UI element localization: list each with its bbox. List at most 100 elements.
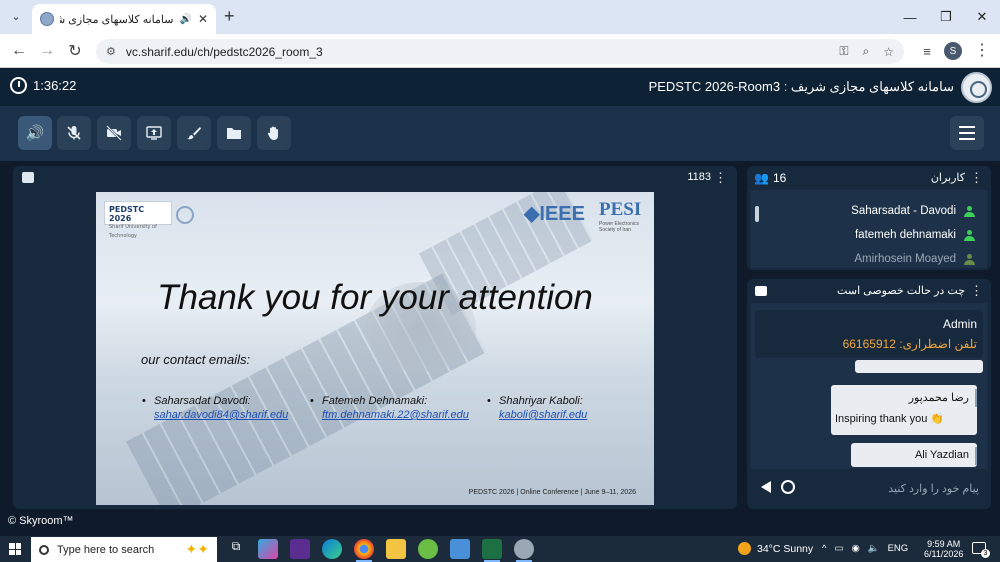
pinned-message: Admin تلفن اضطراری: 66165912 xyxy=(755,310,983,358)
app-icon[interactable] xyxy=(450,539,470,559)
users-header: 👥 16 کاربران ⋮ xyxy=(747,166,991,190)
users-count: 16 xyxy=(773,171,787,185)
university-seal-icon xyxy=(176,206,194,224)
browser-tabstrip: ⌄ سامانه کلاسهای مجازی شریف - ... 🔊 ✕ + … xyxy=(0,0,1000,34)
presentation-menu-icon[interactable]: ⋮ xyxy=(714,170,727,186)
profile-avatar[interactable]: S xyxy=(944,42,962,60)
new-tab-button[interactable]: + xyxy=(224,6,235,27)
notification-icon[interactable]: 3 xyxy=(972,542,990,558)
chat-message: رضا محمدپور Inspiring thank you 👏 xyxy=(831,385,977,435)
browser-menu-icon[interactable]: ⋮ xyxy=(974,40,990,60)
forward-button[interactable]: → xyxy=(36,40,58,62)
screen-share-icon xyxy=(146,126,162,140)
edge-icon[interactable] xyxy=(322,539,342,559)
whiteboard-button[interactable] xyxy=(177,116,211,150)
battery-icon[interactable]: ▭ xyxy=(834,543,843,554)
task-view-icon[interactable]: ⧉ xyxy=(226,539,246,559)
main-menu-button[interactable] xyxy=(950,116,984,150)
chevron-up-icon[interactable]: ^ xyxy=(822,543,826,554)
language-indicator[interactable]: ENG xyxy=(888,543,909,554)
camera-off-icon xyxy=(106,125,122,141)
users-list[interactable]: Saharsadat - Davodi fatemeh dehnamaki Am… xyxy=(751,190,987,268)
utorrent-icon[interactable] xyxy=(418,539,438,559)
search-placeholder: Type here to search xyxy=(57,543,155,556)
browser-tab[interactable]: سامانه کلاسهای مجازی شریف - ... 🔊 ✕ xyxy=(32,4,216,34)
zoom-icon[interactable]: ⌕ xyxy=(863,44,870,59)
pedstc-logo-text: PEDSTC 2026 xyxy=(109,205,145,223)
chat-status-title: چت در حالت خصوصی است xyxy=(837,285,965,297)
reload-button[interactable]: ↻ xyxy=(64,40,86,62)
browser-toolbar: ← → ↻ ⚙ vc.sharif.edu/ch/pedstc2026_room… xyxy=(0,34,1000,68)
clock-icon xyxy=(10,77,27,94)
chat-message xyxy=(855,360,983,373)
site-info-icon[interactable]: ⚙ xyxy=(106,45,116,58)
bookmark-star-icon[interactable]: ☆ xyxy=(883,45,894,59)
tab-search-dropdown[interactable]: ⌄ xyxy=(6,6,26,26)
message-sender: Ali Yazdian xyxy=(914,449,969,461)
users-scrollbar[interactable] xyxy=(755,206,759,222)
chat-menu-icon[interactable]: ⋮ xyxy=(970,283,983,299)
excel-icon[interactable] xyxy=(482,539,502,562)
weather-text: 34°C Sunny xyxy=(757,542,814,555)
camera-button[interactable] xyxy=(97,116,131,150)
message-marker xyxy=(975,389,977,407)
media-control-icon[interactable]: ≡ xyxy=(916,40,938,62)
windows-start-icon[interactable] xyxy=(9,543,21,555)
contact-entry: • Fatemeh Dehnamaki: ftm.dehnamaki.22@sh… xyxy=(310,394,469,422)
volume-icon[interactable]: 🔈 xyxy=(868,543,880,554)
sparkle-icon: ✦✦ xyxy=(185,541,209,557)
file-explorer-icon[interactable] xyxy=(386,539,406,559)
contact-name: Saharsadat Davodi: xyxy=(154,395,251,407)
contact-email-link[interactable]: ftm.dehnamaki.22@sharif.edu xyxy=(322,408,469,422)
chat-messages[interactable]: Admin تلفن اضطراری: 66165912 رضا محمدپور… xyxy=(751,303,987,469)
minimize-window-button[interactable]: — xyxy=(892,0,928,34)
page-counter: 1183 xyxy=(687,171,711,183)
window-controls: — ❐ ✕ xyxy=(892,0,1000,34)
taskbar-search[interactable]: Type here to search ✦✦ xyxy=(31,537,217,562)
bullet: • xyxy=(142,395,146,407)
send-icon[interactable] xyxy=(761,481,771,493)
clock-date-text: 6/11/2026 xyxy=(924,549,964,559)
user-item[interactable]: Saharsadat - Davodi xyxy=(851,205,975,217)
audio-playing-icon[interactable]: 🔊 xyxy=(179,14,191,25)
close-tab-icon[interactable]: ✕ xyxy=(198,12,208,26)
password-key-icon[interactable]: ⚿ xyxy=(839,44,848,59)
user-name: fatemeh dehnamaki xyxy=(854,229,956,241)
timer-text: 1:36:22 xyxy=(33,78,77,93)
clock-date[interactable]: 9:59 AM 6/11/2026 xyxy=(924,539,963,559)
slide-heading: Thank you for your attention xyxy=(157,278,593,317)
user-item[interactable]: fatemeh dehnamaki xyxy=(855,229,975,241)
chrome-icon[interactable] xyxy=(354,539,374,562)
pinned-sender: Admin xyxy=(942,317,977,331)
copilot-icon[interactable] xyxy=(258,539,278,559)
files-button[interactable] xyxy=(217,116,251,150)
speaker-button[interactable]: 🔊 xyxy=(18,116,52,150)
visual-studio-icon[interactable] xyxy=(290,539,310,559)
screen-share-button[interactable] xyxy=(137,116,171,150)
app-icon[interactable] xyxy=(514,539,534,562)
user-item[interactable]: Amirhosein Moayed xyxy=(854,253,975,265)
back-button[interactable]: ← xyxy=(8,40,30,62)
pesi-logo: PESI Power Electronics Society of Iran xyxy=(599,199,654,233)
search-icon xyxy=(39,544,49,555)
url-text[interactable]: vc.sharif.edu/ch/pedstc2026_room_3 xyxy=(126,45,825,59)
pinned-text: تلفن اضطراری: 66165912 xyxy=(842,337,977,351)
microphone-button[interactable] xyxy=(57,116,91,150)
message-text: Inspiring thank you 👏 xyxy=(835,413,945,425)
address-bar[interactable]: ⚙ vc.sharif.edu/ch/pedstc2026_room_3 ⚿ ⌕… xyxy=(96,39,904,64)
network-icon[interactable]: ◉ xyxy=(851,543,859,554)
pesi-logo-text: PESI xyxy=(599,199,642,220)
weather-widget[interactable]: 34°C Sunny xyxy=(738,542,813,555)
raise-hand-button[interactable] xyxy=(257,116,291,150)
session-timer: 1:36:22 xyxy=(10,77,76,94)
restore-window-button[interactable]: ❐ xyxy=(928,0,964,34)
chat-icon xyxy=(755,286,767,296)
users-menu-icon[interactable]: ⋮ xyxy=(970,170,983,186)
close-window-button[interactable]: ✕ xyxy=(964,0,1000,34)
chat-input[interactable]: پیام خود را وارد کنید xyxy=(888,482,979,495)
emoji-icon[interactable] xyxy=(781,480,795,494)
contact-email-link[interactable]: kaboli@sharif.edu xyxy=(499,408,587,422)
chat-message: Ali Yazdian xyxy=(851,443,977,467)
message-sender: رضا محمدپور xyxy=(908,392,969,404)
contact-email-link[interactable]: sahar.davodi84@sharif.edu xyxy=(154,408,288,422)
